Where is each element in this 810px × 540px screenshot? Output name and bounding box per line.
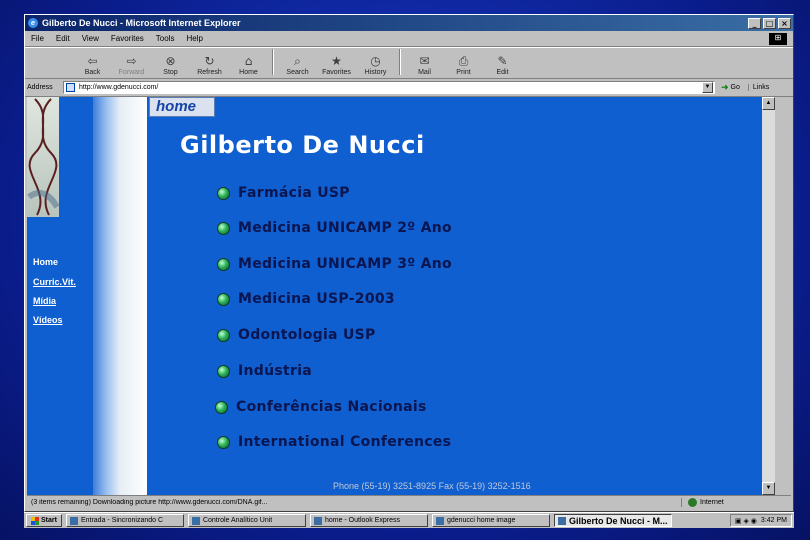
home-tab-image: home xyxy=(149,97,215,117)
menu-bar: File Edit View Favorites Tools Help ⊞ xyxy=(25,31,793,47)
go-button[interactable]: ➜ Go xyxy=(721,82,740,93)
edit-button[interactable]: ✎ Edit xyxy=(483,53,522,76)
page-title: Gilberto De Nucci xyxy=(180,131,425,159)
left-nav: Home Curric.Vit. Mídia Vídeos xyxy=(27,97,147,495)
stop-button[interactable]: ⊗ Stop xyxy=(151,53,190,76)
clock: 3:42 PM xyxy=(760,517,787,524)
bullet-icon xyxy=(217,364,230,378)
stop-icon: ⊗ xyxy=(165,54,176,68)
taskbar: Start Entrada - Sincronizando C Controle… xyxy=(24,512,794,528)
favorites-button[interactable]: ★ Favorites xyxy=(317,53,356,76)
scroll-up-icon[interactable]: ▲ xyxy=(762,97,775,110)
mail-icon: ✉ xyxy=(419,54,430,68)
browser-window: e Gilberto De Nucci - Microsoft Internet… xyxy=(24,14,794,512)
close-button[interactable]: × xyxy=(778,17,791,29)
address-bar: Address http://www.gdenucci.com/ ▼ ➜ Go L… xyxy=(25,79,793,97)
forward-arrow-icon: ⇨ xyxy=(126,54,137,68)
home-button[interactable]: ⌂ Home xyxy=(229,53,268,76)
menu-link-medicina-unicamp-3[interactable]: Medicina UNICAMP 3º Ano xyxy=(217,256,452,272)
address-url[interactable]: http://www.gdenucci.com/ xyxy=(79,84,714,91)
maximize-button[interactable]: □ xyxy=(763,17,776,29)
taskbar-item[interactable]: Controle Analítico Unit xyxy=(187,514,306,527)
globe-icon xyxy=(688,498,697,507)
minimize-button[interactable]: _ xyxy=(748,17,761,29)
page-icon xyxy=(66,83,75,92)
menu-link-medicina-usp-2003[interactable]: Medicina USP-2003 xyxy=(217,291,395,307)
ie-icon: e xyxy=(28,18,38,28)
app-icon xyxy=(191,516,200,525)
favorites-icon: ★ xyxy=(331,54,342,68)
print-icon: ⎙ xyxy=(458,54,469,68)
search-icon: ⌕ xyxy=(294,54,301,68)
history-button[interactable]: ◷ History xyxy=(356,53,395,76)
tray-icons: ▣ ◈ ◉ xyxy=(734,517,757,525)
taskbar-item[interactable]: gdenucci home image xyxy=(431,514,550,527)
app-icon xyxy=(69,516,78,525)
ie-icon xyxy=(557,516,566,525)
toolbar-separator xyxy=(399,49,401,75)
nav-videos[interactable]: Vídeos xyxy=(33,315,63,325)
menu-link-industria[interactable]: Indústria xyxy=(217,363,312,379)
window-title: Gilberto De Nucci - Microsoft Internet E… xyxy=(42,18,241,28)
page-content: Home Curric.Vit. Mídia Vídeos home Gilbe… xyxy=(27,97,775,495)
decorative-gradient-strip xyxy=(93,97,147,495)
links-button[interactable]: Links xyxy=(747,84,769,91)
search-button[interactable]: ⌕ Search xyxy=(278,53,317,76)
scroll-down-icon[interactable]: ▼ xyxy=(762,482,775,495)
bullet-icon xyxy=(217,328,230,342)
bullet-icon xyxy=(217,292,230,306)
system-tray: ▣ ◈ ◉ 3:42 PM xyxy=(729,514,792,527)
address-input[interactable]: http://www.gdenucci.com/ xyxy=(63,81,715,94)
menu-link-international-conferences[interactable]: International Conferences xyxy=(217,434,451,450)
app-icon xyxy=(435,516,444,525)
refresh-icon: ↻ xyxy=(204,54,215,68)
menu-link-medicina-unicamp-2[interactable]: Medicina UNICAMP 2º Ano xyxy=(217,220,452,236)
taskbar-item[interactable]: home - Outlook Express xyxy=(309,514,428,527)
menu-link-farmacia-usp[interactable]: Farmácia USP xyxy=(217,185,350,201)
app-icon xyxy=(313,516,322,525)
vertical-scrollbar[interactable]: ▲ ▼ xyxy=(762,97,775,495)
security-zone: Internet xyxy=(681,498,791,507)
print-button[interactable]: ⎙ Print xyxy=(444,53,483,76)
toolbar-separator xyxy=(272,49,274,75)
mail-button[interactable]: ✉ Mail xyxy=(405,53,444,76)
contact-phone-fax: Phone (55-19) 3251-8925 Fax (55-19) 3252… xyxy=(333,481,531,491)
menu-link-conferencias-nacionais[interactable]: Conferências Nacionais xyxy=(215,399,427,415)
forward-button[interactable]: ⇨ Forward xyxy=(112,53,151,76)
windows-logo-icon: ⊞ xyxy=(769,32,787,45)
title-bar[interactable]: e Gilberto De Nucci - Microsoft Internet… xyxy=(25,15,793,31)
refresh-button[interactable]: ↻ Refresh xyxy=(190,53,229,76)
dna-image xyxy=(27,97,60,217)
history-icon: ◷ xyxy=(370,54,381,68)
edit-icon: ✎ xyxy=(497,54,508,68)
address-dropdown-icon[interactable]: ▼ xyxy=(702,82,713,93)
bullet-icon xyxy=(217,186,230,200)
bullet-icon xyxy=(217,257,230,271)
menu-edit[interactable]: Edit xyxy=(56,34,70,43)
bullet-icon xyxy=(217,435,230,449)
menu-favorites[interactable]: Favorites xyxy=(111,34,144,43)
status-bar: (3 items remaining) Downloading picture … xyxy=(27,495,791,509)
home-icon: ⌂ xyxy=(244,54,253,68)
menu-file[interactable]: File xyxy=(31,34,44,43)
bullet-icon xyxy=(217,221,230,235)
address-label: Address xyxy=(27,84,53,91)
menu-tools[interactable]: Tools xyxy=(156,34,175,43)
menu-link-odontologia-usp[interactable]: Odontologia USP xyxy=(217,327,376,343)
taskbar-item-active[interactable]: Gilberto De Nucci - M... xyxy=(553,514,672,527)
go-arrow-icon: ➜ xyxy=(721,82,729,92)
back-arrow-icon: ⇦ xyxy=(87,54,98,68)
nav-midia[interactable]: Mídia xyxy=(33,296,56,306)
windows-flag-icon xyxy=(31,516,39,525)
toolbar: ⇦ Back ⇨ Forward ⊗ Stop ↻ Refresh ⌂ Home ⌕ Sea… xyxy=(25,47,793,79)
back-button[interactable]: ⇦ Back xyxy=(73,53,112,76)
nav-home[interactable]: Home xyxy=(33,257,58,267)
menu-help[interactable]: Help xyxy=(186,34,202,43)
bullet-icon xyxy=(215,400,228,414)
taskbar-item[interactable]: Entrada - Sincronizando C xyxy=(65,514,184,527)
nav-curriculum[interactable]: Curric.Vit. xyxy=(33,277,76,287)
menu-view[interactable]: View xyxy=(82,34,99,43)
start-button[interactable]: Start xyxy=(26,514,62,527)
status-text: (3 items remaining) Downloading picture … xyxy=(31,499,268,506)
